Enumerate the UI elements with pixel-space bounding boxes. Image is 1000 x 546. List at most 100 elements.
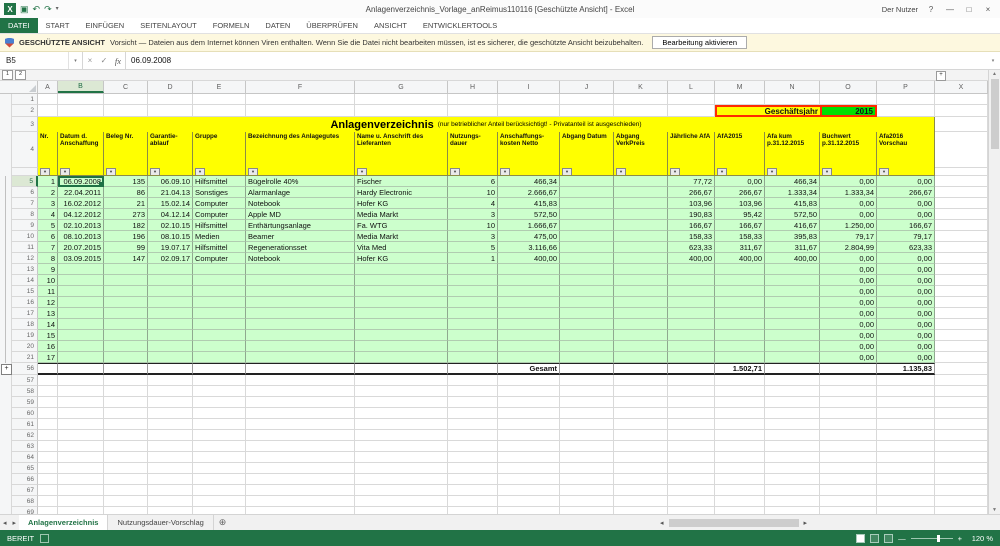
- cell[interactable]: [38, 441, 58, 452]
- cell[interactable]: [614, 275, 668, 286]
- column-header-I[interactable]: I: [498, 81, 560, 93]
- cell[interactable]: [614, 474, 668, 485]
- cell[interactable]: [935, 220, 988, 231]
- cell[interactable]: [820, 474, 877, 485]
- cell[interactable]: [715, 408, 765, 419]
- cell[interactable]: 311,67: [765, 242, 820, 253]
- cell[interactable]: [668, 264, 715, 275]
- column-header-B[interactable]: B: [58, 81, 104, 93]
- cell[interactable]: Hilfsmittel: [193, 242, 246, 253]
- row-header[interactable]: 21: [12, 352, 38, 363]
- cell[interactable]: 10: [448, 187, 498, 198]
- cell[interactable]: [560, 341, 614, 352]
- cell[interactable]: [498, 308, 560, 319]
- ribbon-tab-einf-gen[interactable]: EINFÜGEN: [77, 18, 132, 33]
- cell[interactable]: [560, 507, 614, 514]
- row-header[interactable]: 62: [12, 430, 38, 441]
- cell[interactable]: [104, 452, 148, 463]
- cell[interactable]: [58, 419, 104, 430]
- column-title-B[interactable]: Datum d. Anschaffung: [58, 132, 104, 168]
- filter-button[interactable]: ▾: [822, 168, 832, 176]
- cell[interactable]: [148, 105, 193, 117]
- cell[interactable]: [935, 397, 988, 408]
- cell[interactable]: [765, 297, 820, 308]
- cell[interactable]: [614, 408, 668, 419]
- cell[interactable]: [193, 441, 246, 452]
- vertical-scrollbar[interactable]: ▲ ▼: [988, 70, 1000, 514]
- filter-cell[interactable]: ▾: [765, 168, 820, 176]
- cell[interactable]: [765, 430, 820, 441]
- cell[interactable]: 400,00: [668, 253, 715, 264]
- cell[interactable]: [246, 386, 355, 397]
- cell[interactable]: [148, 375, 193, 386]
- cell[interactable]: [448, 419, 498, 430]
- cell[interactable]: [498, 441, 560, 452]
- cell[interactable]: [560, 363, 614, 375]
- cell[interactable]: [148, 452, 193, 463]
- cell[interactable]: 415,83: [765, 198, 820, 209]
- cell[interactable]: 16.02.2012: [58, 198, 104, 209]
- cell[interactable]: [193, 430, 246, 441]
- column-title-J[interactable]: Abgang Datum: [560, 132, 614, 168]
- cell[interactable]: [148, 386, 193, 397]
- cell[interactable]: [104, 441, 148, 452]
- ribbon-tab-entwicklertools[interactable]: ENTWICKLERTOOLS: [415, 18, 505, 33]
- cell[interactable]: [355, 507, 448, 514]
- cell[interactable]: [38, 507, 58, 514]
- cell[interactable]: [498, 474, 560, 485]
- cell[interactable]: [58, 319, 104, 330]
- cell[interactable]: [58, 308, 104, 319]
- cell[interactable]: [614, 441, 668, 452]
- cell[interactable]: 02.10.15: [148, 220, 193, 231]
- cell[interactable]: Fischer: [355, 176, 448, 187]
- cell[interactable]: [614, 187, 668, 198]
- cell[interactable]: [246, 375, 355, 386]
- cell[interactable]: [560, 441, 614, 452]
- cell[interactable]: [355, 286, 448, 297]
- cell[interactable]: [58, 496, 104, 507]
- zoom-out-icon[interactable]: —: [898, 534, 906, 543]
- cell[interactable]: [935, 297, 988, 308]
- cell[interactable]: [104, 419, 148, 430]
- cell[interactable]: [820, 94, 877, 105]
- cell[interactable]: [355, 275, 448, 286]
- cell[interactable]: [560, 94, 614, 105]
- cell[interactable]: [560, 275, 614, 286]
- page-layout-view-button[interactable]: [870, 534, 879, 543]
- cell[interactable]: [148, 507, 193, 514]
- cell[interactable]: [715, 474, 765, 485]
- cell[interactable]: Computer: [193, 198, 246, 209]
- cell[interactable]: [58, 375, 104, 386]
- cell[interactable]: [877, 375, 935, 386]
- cell[interactable]: [246, 105, 355, 117]
- cell[interactable]: [498, 341, 560, 352]
- cell[interactable]: [246, 441, 355, 452]
- cell[interactable]: [58, 286, 104, 297]
- cell[interactable]: [935, 187, 988, 198]
- column-header-A[interactable]: A: [38, 81, 58, 93]
- cell[interactable]: [355, 408, 448, 419]
- cell[interactable]: 0,00: [877, 341, 935, 352]
- cell[interactable]: 416,67: [765, 220, 820, 231]
- cell[interactable]: [104, 375, 148, 386]
- cell[interactable]: [104, 105, 148, 117]
- cell[interactable]: [560, 176, 614, 187]
- cell[interactable]: [877, 408, 935, 419]
- column-title-A[interactable]: Nr.: [38, 132, 58, 168]
- cell[interactable]: [614, 463, 668, 474]
- cell[interactable]: [148, 297, 193, 308]
- cell[interactable]: Enthärtungsanlage: [246, 220, 355, 231]
- cell[interactable]: [560, 209, 614, 220]
- row-header[interactable]: 57: [12, 375, 38, 386]
- sheet-title[interactable]: Anlagenverzeichnis(nur betrieblicher Ant…: [38, 117, 935, 132]
- cell[interactable]: 6: [448, 176, 498, 187]
- cell[interactable]: [104, 463, 148, 474]
- cell[interactable]: [877, 441, 935, 452]
- cell[interactable]: [355, 330, 448, 341]
- cell[interactable]: [104, 474, 148, 485]
- cell[interactable]: [193, 397, 246, 408]
- cell[interactable]: [246, 507, 355, 514]
- cell[interactable]: [560, 397, 614, 408]
- cell[interactable]: [148, 408, 193, 419]
- cell[interactable]: [193, 286, 246, 297]
